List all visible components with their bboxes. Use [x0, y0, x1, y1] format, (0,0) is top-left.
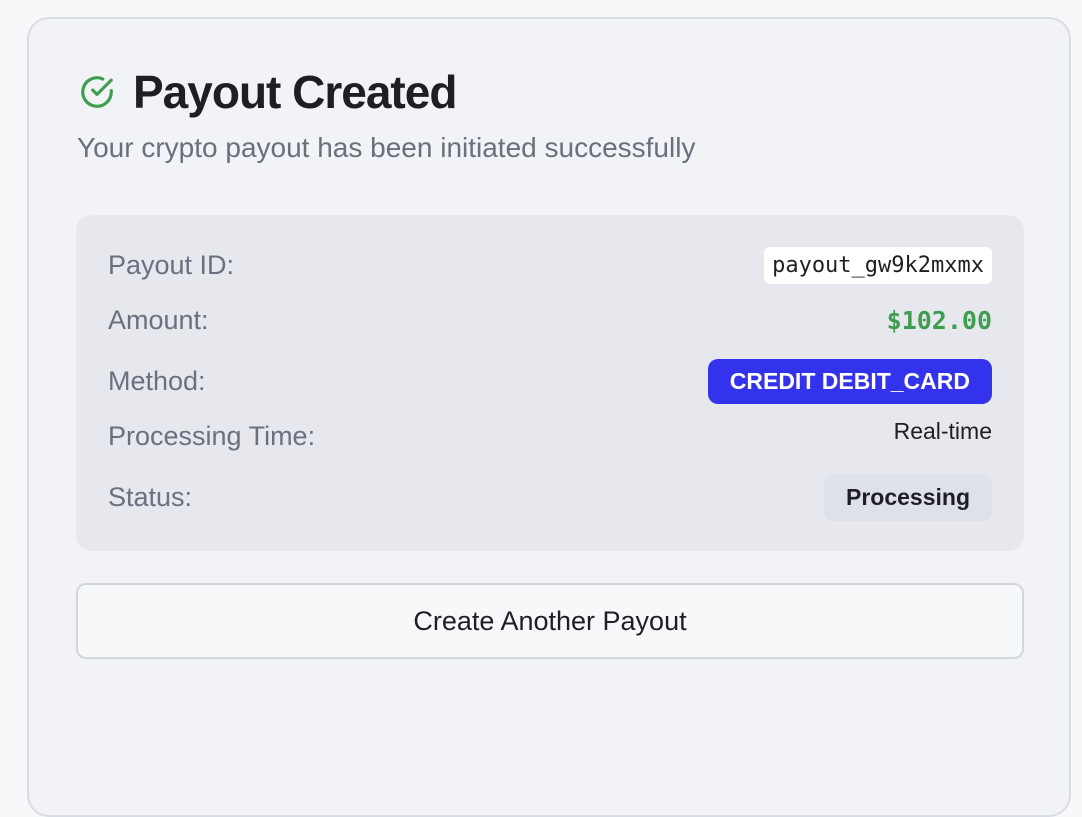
amount-row: Amount: $102.00 — [108, 305, 992, 336]
payout-id-row: Payout ID: payout_gw9k2mxmx — [108, 247, 992, 284]
method-label: Method: — [108, 366, 206, 396]
check-circle-icon — [77, 72, 117, 112]
status-badge: Processing — [824, 474, 992, 521]
card-header: Payout Created — [77, 66, 457, 118]
page-subtitle: Your crypto payout has been initiated su… — [77, 132, 696, 163]
processing-time-label: Processing Time: — [108, 421, 316, 451]
processing-time-value: Real-time — [893, 418, 992, 444]
amount-value: $102.00 — [886, 306, 992, 335]
method-row: Method: CREDIT DEBIT_CARD — [108, 359, 992, 404]
payout-card: Payout Created Your crypto payout has be… — [27, 17, 1071, 817]
status-row: Status: Processing — [108, 474, 992, 521]
status-label: Status: — [108, 482, 193, 512]
payout-id-label: Payout ID: — [108, 250, 235, 280]
amount-label: Amount: — [108, 305, 209, 335]
processing-time-row: Processing Time: Real-time — [108, 418, 992, 452]
payout-id-value: payout_gw9k2mxmx — [764, 247, 992, 284]
create-another-payout-button[interactable]: Create Another Payout — [76, 583, 1024, 659]
page-title: Payout Created — [133, 66, 457, 118]
payout-details-panel: Payout ID: payout_gw9k2mxmx Amount: $102… — [76, 215, 1024, 551]
method-badge: CREDIT DEBIT_CARD — [707, 359, 992, 404]
